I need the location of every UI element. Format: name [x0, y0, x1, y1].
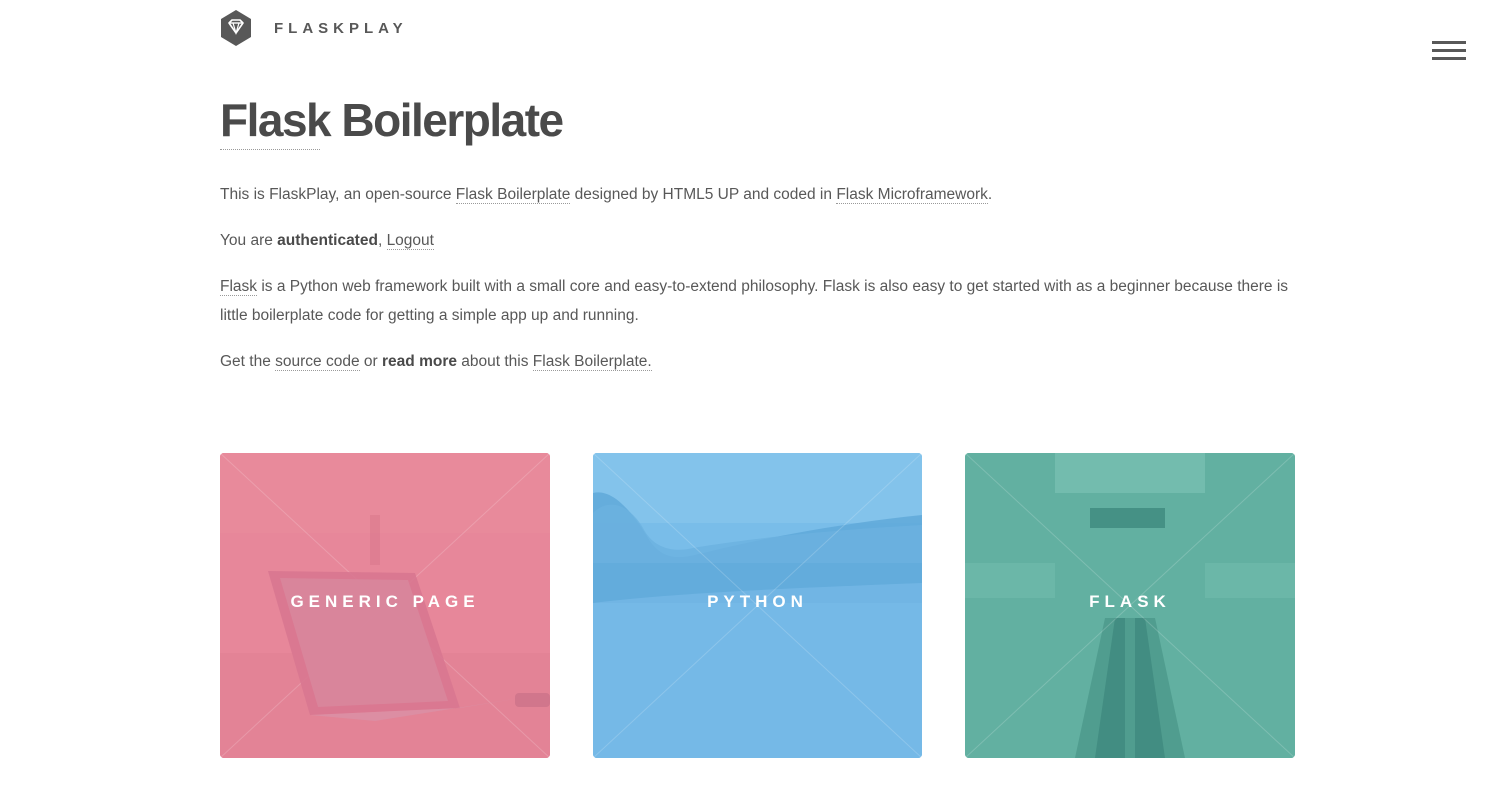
tiles-grid: GENERIC PAGE PYTHON FLASK	[220, 453, 1296, 758]
menu-bar-line	[1432, 57, 1466, 60]
flask-link[interactable]: Flask	[220, 278, 258, 296]
brand-name[interactable]: FLASKPLAY	[274, 20, 408, 37]
logout-link[interactable]: Logout	[386, 232, 434, 250]
tile-python[interactable]: PYTHON	[593, 453, 922, 758]
intro-text-2: designed by HTML5 UP and coded in	[570, 186, 837, 203]
tile-generic-page[interactable]: GENERIC PAGE	[220, 453, 550, 758]
site-header: FLASKPLAY	[220, 9, 408, 47]
source-text-3: about this	[456, 353, 533, 370]
source-code-link[interactable]: source code	[275, 353, 360, 371]
auth-text-2: ,	[377, 232, 387, 249]
tile-label: GENERIC PAGE	[290, 592, 480, 611]
diamond-icon[interactable]	[220, 10, 252, 46]
intro-text-3: .	[987, 186, 993, 203]
menu-bar-line	[1432, 41, 1466, 44]
flask-microframework-link[interactable]: Flask Microframework	[836, 186, 988, 204]
tile-label: PYTHON	[707, 592, 808, 611]
tile-flask[interactable]: FLASK	[965, 453, 1295, 758]
flask-boilerplate-link-2[interactable]: Flask Boilerplate.	[532, 353, 652, 371]
read-more-text: read more	[382, 353, 457, 370]
page-title: Flask Boilerplate	[220, 92, 564, 150]
source-text-1: Get the	[220, 353, 276, 370]
menu-bar-line	[1432, 49, 1466, 52]
source-text-2: or	[359, 353, 383, 370]
flask-boilerplate-link[interactable]: Flask Boilerplate	[455, 186, 571, 204]
title-underline	[220, 149, 320, 150]
auth-paragraph: You are authenticated, Logout	[220, 226, 434, 255]
hamburger-menu-icon[interactable]	[1430, 40, 1468, 64]
main-content: Flask Boilerplate This is FlaskPlay, an …	[220, 92, 1300, 371]
source-paragraph: Get the source code or read more about t…	[220, 347, 652, 376]
intro-text-1: This is FlaskPlay, an open-source	[220, 186, 456, 203]
description-paragraph: Flask is a Python web framework built wi…	[220, 272, 1295, 330]
page-title-text: Flask Boilerplate	[220, 94, 564, 146]
auth-status: authenticated	[277, 232, 378, 249]
tile-label: FLASK	[1089, 592, 1171, 611]
description-text: is a Python web framework built with a s…	[220, 278, 1289, 324]
auth-text-1: You are	[220, 232, 278, 249]
intro-paragraph: This is FlaskPlay, an open-source Flask …	[220, 180, 992, 209]
